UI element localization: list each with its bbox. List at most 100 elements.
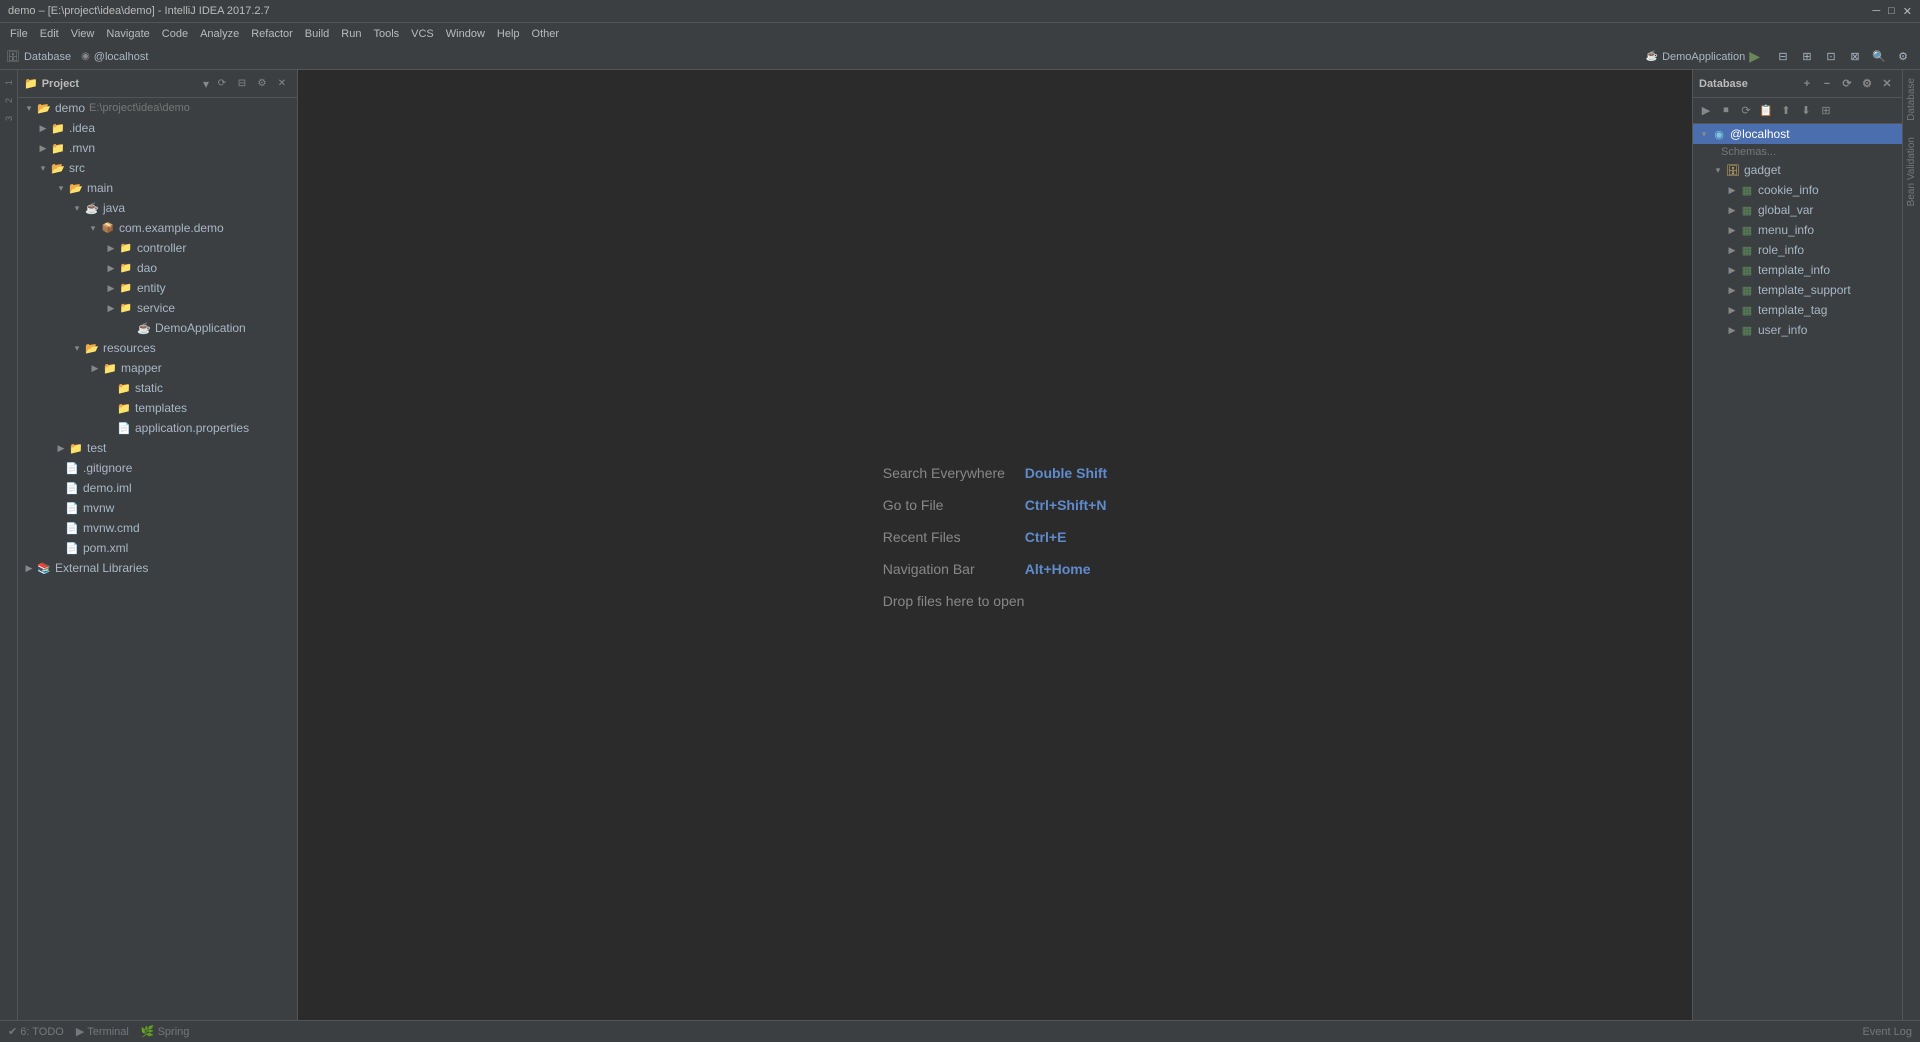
panel-dropdown[interactable]: ▾ [203,77,209,91]
db-schemas-label[interactable]: Schemas... [1693,144,1902,160]
db-item-role-info[interactable]: ▶ ▦ role_info [1693,240,1902,260]
db-item-cookie-info[interactable]: ▶ ▦ cookie_info [1693,180,1902,200]
app-name[interactable]: DemoApplication [1662,51,1745,63]
goto-shortcut[interactable]: Ctrl+Shift+N [1025,497,1107,513]
welcome-content: Search Everywhere Double Shift Go to Fil… [863,445,1127,645]
tree-item-controller[interactable]: ▶ 📁 controller [18,238,297,258]
db-tb-6[interactable]: ⬇ [1797,102,1815,120]
right-tab-bean-validation[interactable]: Bean Validation [1904,129,1919,214]
right-tab-database[interactable]: Database [1904,70,1919,129]
tree-item-idea[interactable]: ▶ 📁 .idea [18,118,297,138]
recent-shortcut[interactable]: Ctrl+E [1025,529,1067,545]
tree-item-service[interactable]: ▶ 📁 service [18,298,297,318]
status-todo[interactable]: ✔ 6: TODO [8,1025,64,1038]
toolbar-btn-3[interactable]: ⊡ [1820,46,1842,68]
tree-item-resources[interactable]: ▾ 📂 resources [18,338,297,358]
panel-sync-btn[interactable]: ⟳ [213,75,231,93]
search-shortcut[interactable]: Double Shift [1025,465,1107,481]
db-item-global-var[interactable]: ▶ ▦ global_var [1693,200,1902,220]
db-add-btn[interactable]: + [1798,75,1816,93]
close-btn[interactable]: ✕ [1903,5,1912,18]
tree-item-demo[interactable]: ▾ 📂 demo E:\project\idea\demo [18,98,297,118]
status-event-log[interactable]: Event Log [1862,1026,1912,1038]
db-tb-2[interactable]: ⏹ [1717,102,1735,120]
tree-item-mvnwcmd[interactable]: 📄 mvnw.cmd [18,518,297,538]
tree-item-static[interactable]: 📁 static [18,378,297,398]
left-tab-3[interactable]: 3 [1,110,17,126]
tree-item-demoiml[interactable]: 📄 demo.iml [18,478,297,498]
db-item-template-tag[interactable]: ▶ ▦ template_tag [1693,300,1902,320]
tree-label-main: main [87,181,113,195]
toolbar-btn-2[interactable]: ⊞ [1796,46,1818,68]
left-tab-2[interactable]: 2 [1,92,17,108]
toolbar-btn-1[interactable]: ⊟ [1772,46,1794,68]
toolbar-btn-4[interactable]: ⊠ [1844,46,1866,68]
drop-text: Drop files here to open [883,593,1025,609]
tree-item-templates[interactable]: 📁 templates [18,398,297,418]
db-item-gadget[interactable]: ▾ 🗄 gadget [1693,160,1902,180]
tree-item-appprops[interactable]: 📄 application.properties [18,418,297,438]
menu-file[interactable]: File [4,26,34,42]
menu-help[interactable]: Help [491,26,526,42]
tree-item-extlib[interactable]: ▶ 📚 External Libraries [18,558,297,578]
menu-tools[interactable]: Tools [367,26,405,42]
db-settings-btn[interactable]: ⚙ [1858,75,1876,93]
db-tb-1[interactable]: ▶ [1697,102,1715,120]
db-minus-btn[interactable]: − [1818,75,1836,93]
tree-item-entity[interactable]: ▶ 📁 entity [18,278,297,298]
menu-refactor[interactable]: Refactor [245,26,299,42]
db-tb-5[interactable]: ⬆ [1777,102,1795,120]
menu-vcs[interactable]: VCS [405,26,440,42]
tree-item-mapper[interactable]: ▶ 📁 mapper [18,358,297,378]
menu-code[interactable]: Code [156,26,194,42]
db-tb-3[interactable]: ⟳ [1737,102,1755,120]
tree-item-gitignore[interactable]: 📄 .gitignore [18,458,297,478]
tree-item-mvnw[interactable]: 📄 mvnw [18,498,297,518]
db-tb-7[interactable]: ⊞ [1817,102,1835,120]
db-arrow-user-info: ▶ [1725,323,1739,337]
db-label-template-tag: template_tag [1758,303,1827,317]
tree-item-java[interactable]: ▾ ☕ java [18,198,297,218]
db-item-localhost[interactable]: ▾ ◉ @localhost [1693,124,1902,144]
db-item-menu-info[interactable]: ▶ ▦ menu_info [1693,220,1902,240]
host-label[interactable]: @localhost [94,51,149,63]
tree-item-src[interactable]: ▾ 📂 src [18,158,297,178]
menu-navigate[interactable]: Navigate [100,26,155,42]
tree-item-mvn[interactable]: ▶ 📁 .mvn [18,138,297,158]
menu-other[interactable]: Other [526,26,566,42]
db-refresh-btn[interactable]: ⟳ [1838,75,1856,93]
db-tb-4[interactable]: 📋 [1757,102,1775,120]
db-item-user-info[interactable]: ▶ ▦ user_info [1693,320,1902,340]
toolbar-btn-6[interactable]: ⚙ [1892,46,1914,68]
menu-analyze[interactable]: Analyze [194,26,245,42]
menu-window[interactable]: Window [440,26,491,42]
project-panel: 📁 Project ▾ ⟳ ⊟ ⚙ ✕ ▾ 📂 demo E:\project\… [18,70,298,1020]
database-label[interactable]: Database [24,51,71,63]
menu-view[interactable]: View [65,26,101,42]
tree-item-dao[interactable]: ▶ 📁 dao [18,258,297,278]
menu-run[interactable]: Run [335,26,367,42]
db-item-template-info[interactable]: ▶ ▦ template_info [1693,260,1902,280]
db-hide-btn[interactable]: ✕ [1878,75,1896,93]
nav-shortcut[interactable]: Alt+Home [1025,561,1091,577]
toolbar-btn-5[interactable]: 🔍 [1868,46,1890,68]
tree-item-main[interactable]: ▾ 📂 main [18,178,297,198]
db-item-template-support[interactable]: ▶ ▦ template_support [1693,280,1902,300]
db-arrow-cookie-info: ▶ [1725,183,1739,197]
panel-hide-btn[interactable]: ✕ [273,75,291,93]
minimize-btn[interactable]: ─ [1872,5,1880,18]
folder-icon-static: 📁 [116,380,132,396]
run-button[interactable]: ▶ [1749,48,1760,65]
tree-item-demoapplication[interactable]: ☕ DemoApplication [18,318,297,338]
menu-edit[interactable]: Edit [34,26,65,42]
maximize-btn[interactable]: □ [1888,5,1895,18]
panel-collapse-btn[interactable]: ⊟ [233,75,251,93]
panel-settings-btn[interactable]: ⚙ [253,75,271,93]
left-tab-1[interactable]: 1 [1,74,17,90]
status-spring[interactable]: 🌿 Spring [141,1025,190,1038]
tree-item-pomxml[interactable]: 📄 pom.xml [18,538,297,558]
status-terminal[interactable]: ▶ Terminal [76,1025,129,1038]
tree-item-test[interactable]: ▶ 📁 test [18,438,297,458]
menu-build[interactable]: Build [299,26,335,42]
tree-item-com[interactable]: ▾ 📦 com.example.demo [18,218,297,238]
